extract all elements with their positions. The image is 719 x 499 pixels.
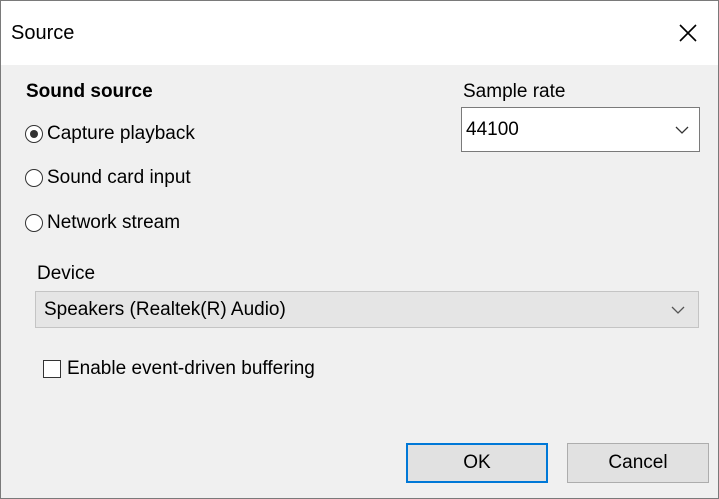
sample-rate-select[interactable]: 44100 (461, 107, 700, 152)
sample-rate-value: 44100 (466, 118, 519, 140)
radio-network-stream[interactable]: Network stream (25, 210, 180, 236)
radio-label: Capture playback (47, 123, 195, 144)
close-button[interactable] (658, 1, 718, 65)
radio-button[interactable] (25, 169, 43, 187)
radio-sound-card-input[interactable]: Sound card input (25, 165, 191, 191)
dialog-title: Source (11, 22, 75, 44)
cancel-button[interactable]: Cancel (567, 443, 709, 483)
dialog-body: Sound source Capture playback Sound card… (1, 65, 718, 498)
ok-button[interactable]: OK (406, 443, 548, 483)
chevron-down-icon (665, 125, 699, 135)
device-select[interactable]: Speakers (Realtek(R) Audio) (35, 291, 699, 328)
event-driven-buffering-option[interactable]: Enable event-driven buffering (43, 357, 315, 381)
source-dialog: Source Sound source Capture playback Sou… (0, 0, 719, 499)
sound-source-label: Sound source (26, 81, 153, 102)
device-label: Device (37, 263, 96, 284)
device-value: Speakers (Realtek(R) Audio) (44, 298, 286, 320)
radio-label: Network stream (47, 212, 181, 233)
radio-button-checked[interactable] (25, 125, 43, 143)
radio-capture-playback[interactable]: Capture playback (25, 121, 195, 147)
radio-label: Sound card input (47, 167, 191, 188)
chevron-down-icon (658, 305, 698, 315)
close-icon (679, 24, 697, 42)
title-bar: Source (1, 1, 718, 65)
checkbox-label: Enable event-driven buffering (67, 358, 315, 379)
radio-button[interactable] (25, 214, 43, 232)
event-driven-buffering-checkbox[interactable] (43, 360, 61, 378)
sample-rate-label: Sample rate (463, 81, 566, 102)
